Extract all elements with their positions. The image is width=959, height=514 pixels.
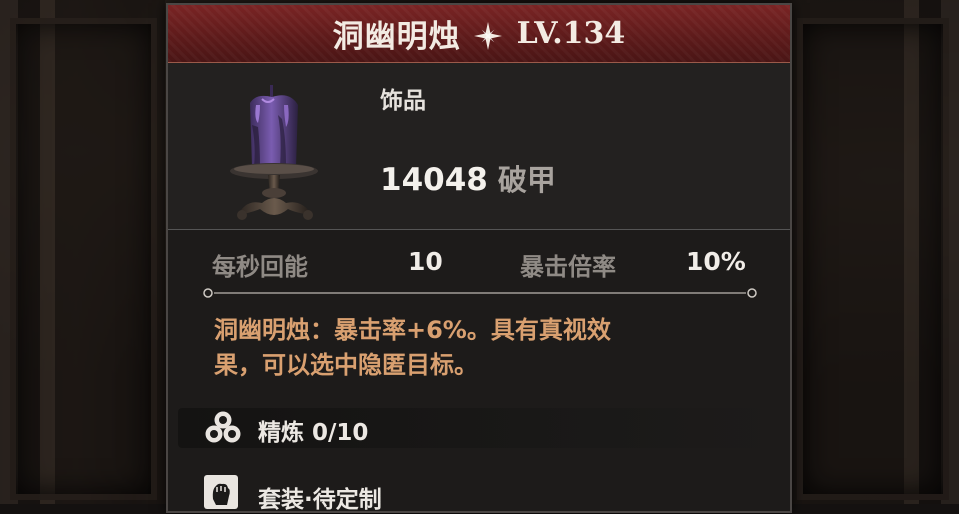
purple-candle-icon <box>216 75 336 225</box>
background-frame-right <box>789 0 959 504</box>
main-stat: 14048 破甲 <box>380 157 556 199</box>
item-type-label: 饰品 <box>380 88 426 114</box>
section-divider <box>168 229 790 230</box>
item-effect-description: 洞幽明烛：暴击率+6%。具有真视效 果，可以选中隐匿目标。 <box>214 313 734 383</box>
item-summary: 饰品 14048 破甲 <box>168 63 790 229</box>
four-point-star-icon <box>473 21 503 51</box>
main-stat-value: 14048 <box>380 162 488 198</box>
item-tooltip-card: 洞幽明烛 LV.134 饰品 14048 破甲 每秒回能 10 暴击倍率 10%… <box>166 3 792 513</box>
item-name: 洞幽明烛 <box>332 19 461 55</box>
description-line-1: 洞幽明烛：暴击率+6%。具有真视效 <box>214 316 611 344</box>
stat-label-crit-damage: 暴击倍率 <box>520 253 616 281</box>
stat-value-energy-regen: 10 <box>408 247 443 276</box>
stat-label-energy-regen: 每秒回能 <box>212 253 308 281</box>
description-line-2: 果，可以选中隐匿目标。 <box>214 351 478 379</box>
main-stat-name: 破甲 <box>497 163 556 197</box>
tooltip-header: 洞幽明烛 LV.134 <box>168 5 790 63</box>
sub-stats-row: 每秒回能 10 暴击倍率 10% <box>168 241 790 287</box>
refine-label: 精炼 0/10 <box>258 420 369 446</box>
ornament-divider <box>203 288 757 298</box>
refine-row[interactable]: 精炼 0/10 <box>178 408 778 448</box>
triple-gem-icon <box>203 408 243 448</box>
item-level: LV.134 <box>516 16 626 51</box>
background-frame-left <box>0 0 165 504</box>
stat-value-crit-damage: 10% <box>686 247 746 276</box>
set-label: 套装·待定制 <box>258 487 382 513</box>
set-row[interactable]: 套装·待定制 <box>178 471 778 513</box>
